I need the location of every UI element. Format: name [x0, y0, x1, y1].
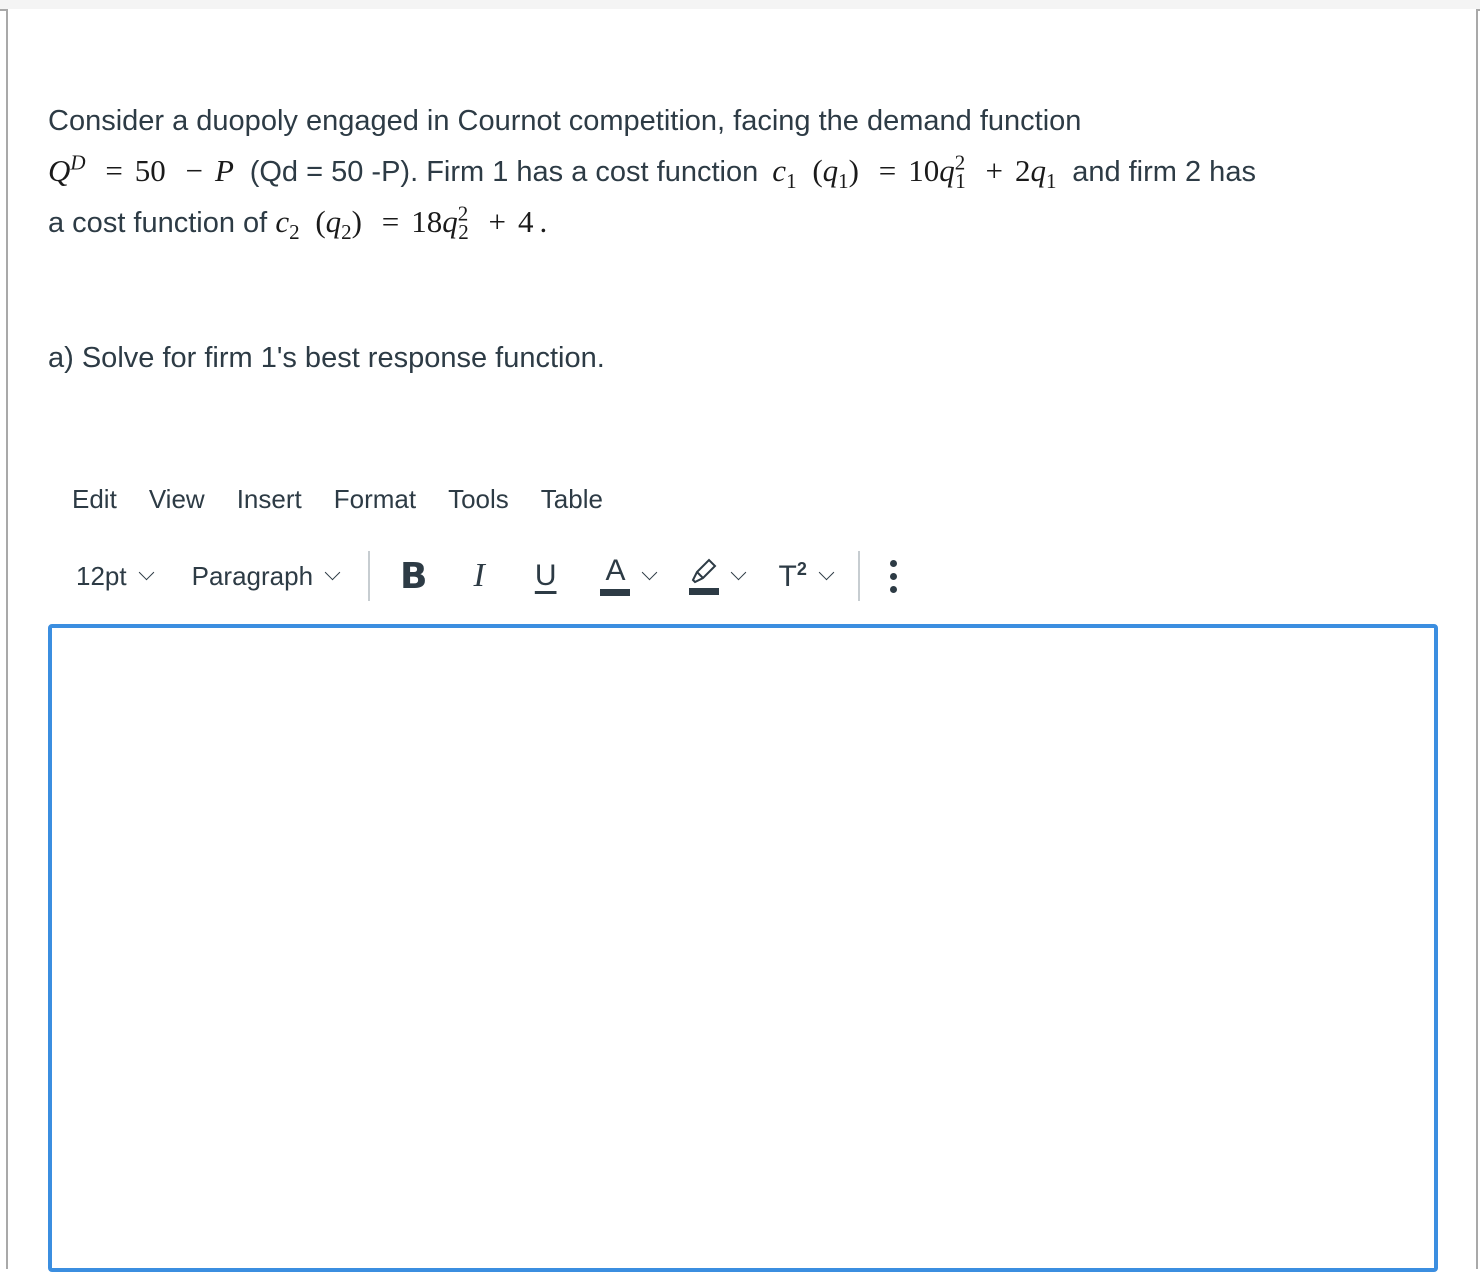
menu-format[interactable]: Format: [318, 480, 432, 519]
text-color-icon: A: [600, 555, 631, 596]
firm2-cost-equation: c2 (q2) = 18q22 +4.: [275, 201, 548, 245]
italic-icon: I: [473, 557, 485, 594]
font-size-value: 12pt: [76, 560, 127, 591]
toolbar-divider: [857, 551, 860, 601]
question-intro: Consider a duopoly engaged in Cournot co…: [48, 105, 1082, 137]
more-options-button[interactable]: [878, 551, 909, 601]
answer-editor[interactable]: [48, 624, 1438, 1272]
demand-equation: QD = 50 − P: [48, 150, 234, 188]
italic-button[interactable]: I: [461, 551, 496, 601]
chevron-down-icon: [324, 564, 341, 580]
superscript-button[interactable]: T2: [766, 551, 843, 601]
firm1-cost-equation: c1 (q1) = 10q21 +2q1: [772, 150, 1057, 194]
firm2-cost-label: a cost function of: [48, 207, 268, 239]
editor-menubar: Edit View Insert Format Tools Table: [56, 480, 619, 519]
block-format-select[interactable]: Paragraph: [176, 561, 354, 592]
question-line-3: a cost function of c2 (q2) = 18q22 +4.: [48, 197, 1448, 248]
underline-button[interactable]: U: [523, 551, 569, 601]
editor-toolbar: 12pt Paragraph B I U A T2: [60, 548, 909, 604]
chevron-down-icon: [731, 564, 747, 580]
menu-insert[interactable]: Insert: [221, 480, 318, 519]
font-size-select[interactable]: 12pt: [60, 561, 168, 592]
highlight-color-button[interactable]: [677, 551, 756, 601]
chevron-down-icon: [642, 564, 658, 580]
superscript-icon: T2: [778, 558, 807, 593]
demand-plain-text: (Qd = 50 -P). Firm 1 has a cost function: [249, 156, 759, 188]
block-format-value: Paragraph: [191, 560, 314, 591]
bold-icon: B: [400, 555, 428, 597]
menu-edit[interactable]: Edit: [56, 480, 133, 519]
menu-tools[interactable]: Tools: [432, 480, 525, 519]
chevron-down-icon: [138, 564, 154, 580]
question-line-2: QD = 50 − P (Qd = 50 -P). Firm 1 has a cos…: [48, 146, 1448, 197]
bold-button[interactable]: B: [388, 551, 439, 601]
subquestion-a: a) Solve for firm 1's best response func…: [48, 342, 605, 374]
firm2-intro-text: and firm 2 has: [1072, 156, 1256, 188]
text-color-button[interactable]: A: [588, 551, 667, 601]
menu-table[interactable]: Table: [525, 480, 619, 519]
highlighter-icon: [689, 558, 720, 595]
chevron-down-icon: [818, 564, 835, 580]
underline-icon: U: [534, 559, 557, 592]
question-text: Consider a duopoly engaged in Cournot co…: [48, 96, 1448, 248]
question-line-1: Consider a duopoly engaged in Cournot co…: [48, 96, 1448, 146]
menu-view[interactable]: View: [133, 480, 221, 519]
toolbar-divider: [368, 551, 371, 601]
